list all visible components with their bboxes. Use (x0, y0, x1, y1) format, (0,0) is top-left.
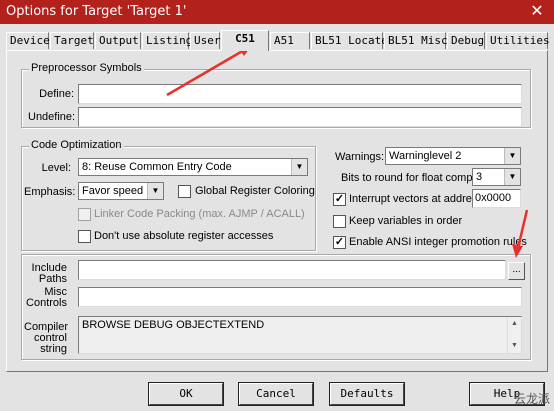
keep-variables-label: Keep variables in order (349, 215, 463, 227)
misc-label-line2: Controls (26, 297, 67, 309)
global-register-coloring-checkbox[interactable] (178, 185, 191, 198)
define-field[interactable] (78, 84, 522, 104)
level-label: Level: (41, 162, 71, 174)
browse-include-button[interactable]: ... (508, 262, 525, 280)
level-select-value: 8: Reuse Common Entry Code (82, 161, 232, 173)
tab-user[interactable]: User (190, 32, 221, 49)
tab-a51[interactable]: A51 (270, 32, 310, 49)
emphasis-select[interactable]: Favor speed ▼ (78, 182, 164, 200)
define-label: Define: (39, 88, 74, 100)
include-label-line2: Paths (38, 273, 67, 285)
undefine-field[interactable] (78, 107, 522, 127)
defaults-button[interactable]: Defaults (330, 383, 404, 405)
watermark: 云龙派 (513, 392, 550, 406)
code-optimization-group-title: Code Optimization (29, 139, 124, 151)
warnings-select-value: Warninglevel 2 (389, 150, 462, 162)
tab-output[interactable]: Output (95, 32, 141, 49)
float-compare-value: 3 (476, 171, 483, 183)
include-paths-field[interactable] (78, 260, 506, 280)
linker-code-packing-label: Linker Code Packing (max. AJMP / ACALL) (94, 208, 305, 220)
scroll-up-icon[interactable]: ▲ (508, 317, 521, 331)
misc-controls-field[interactable] (78, 287, 522, 307)
tab-debug[interactable]: Debug (447, 32, 485, 49)
compiler-control-value: BROWSE DEBUG OBJECTEXTEND (82, 319, 265, 331)
interrupt-address-field[interactable]: 0x0000 (472, 189, 521, 208)
interrupt-vectors-checkbox[interactable]: ✓ (333, 193, 346, 206)
emphasis-select-value: Favor speed (82, 185, 144, 197)
chevron-down-icon[interactable]: ▼ (291, 159, 307, 175)
chevron-down-icon[interactable]: ▼ (504, 148, 520, 164)
scroll-down-icon[interactable]: ▼ (508, 339, 521, 353)
no-absolute-register-checkbox[interactable] (78, 230, 91, 243)
float-compare-label: Bits to round for float compare: (341, 172, 492, 184)
ok-button[interactable]: OK (149, 383, 223, 405)
window-title: Options for Target 'Target 1' (6, 4, 187, 19)
close-icon[interactable]: ✕ (520, 0, 554, 24)
chevron-down-icon[interactable]: ▼ (504, 169, 520, 185)
tab-listing[interactable]: Listing (142, 32, 192, 49)
compiler-control-string: BROWSE DEBUG OBJECTEXTEND (78, 316, 522, 354)
tab-c51[interactable]: C51 (221, 30, 269, 51)
undefine-label: Undefine: (28, 111, 76, 123)
no-absolute-register-label: Don't use absolute register accesses (94, 230, 274, 242)
linker-code-packing-checkbox (78, 208, 91, 221)
title-bar: Options for Target 'Target 1' ✕ (0, 0, 554, 24)
ansi-promotion-checkbox[interactable]: ✓ (333, 236, 346, 249)
compiler-string-scrollbar[interactable]: ▲ ▼ (507, 317, 521, 353)
warnings-label: Warnings: (335, 151, 385, 163)
interrupt-vectors-label: Interrupt vectors at address: (349, 193, 486, 205)
tab-device[interactable]: Device (6, 32, 50, 49)
keep-variables-checkbox[interactable] (333, 215, 346, 228)
tab-utilities[interactable]: Utilities (486, 32, 550, 49)
tab-bl51-misc[interactable]: BL51 Misc (384, 32, 448, 49)
compiler-label-line3: string (40, 343, 67, 355)
level-select[interactable]: 8: Reuse Common Entry Code ▼ (78, 158, 308, 176)
emphasis-label: Emphasis: (24, 186, 76, 198)
float-compare-select[interactable]: 3 ▼ (472, 168, 521, 186)
ansi-promotion-label: Enable ANSI integer promotion rules (349, 236, 527, 248)
chevron-down-icon[interactable]: ▼ (147, 183, 163, 199)
tab-bl51-locate[interactable]: BL51 Locate (311, 32, 388, 49)
warnings-select[interactable]: Warninglevel 2 ▼ (385, 147, 521, 165)
cancel-button[interactable]: Cancel (239, 383, 313, 405)
preprocessor-group-title: Preprocessor Symbols (29, 62, 144, 74)
tab-target[interactable]: Target (50, 32, 94, 49)
global-register-coloring-label: Global Register Coloring (195, 185, 315, 197)
tab-strip: Device Target Output Listing User C51 A5… (6, 30, 550, 51)
